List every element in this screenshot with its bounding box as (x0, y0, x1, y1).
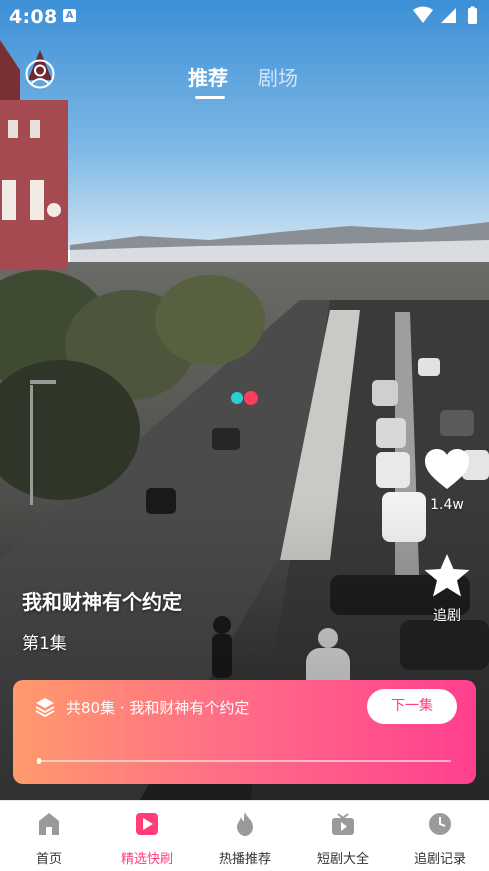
nav-home[interactable]: 首页 (0, 801, 98, 871)
battery-icon (468, 8, 477, 24)
notification-icon: A (63, 9, 76, 22)
status-time: 4:08 (9, 6, 58, 28)
next-episode-button[interactable]: 下一集 (367, 689, 457, 724)
wifi-icon (413, 6, 433, 23)
layers-icon (35, 698, 55, 717)
nav-hot-label: 热播推荐 (218, 852, 271, 867)
nav-all-dramas[interactable]: 短剧大全 (294, 801, 392, 871)
episode-info: 共80集 · 我和财神有个约定 (66, 699, 250, 717)
tv-icon (332, 813, 354, 835)
signal-battery-icons (413, 6, 477, 24)
like-button[interactable]: 1.4w (417, 447, 477, 513)
play-icon (136, 813, 158, 835)
bottom-nav: 首页 精选快刷 热播推荐 短剧大全 追剧记录 (0, 800, 489, 871)
nav-all-dramas-label: 短剧大全 (316, 852, 369, 867)
status-bar: 4:08 A (0, 0, 489, 34)
nav-home-label: 首页 (35, 852, 62, 867)
nav-history-label: 追剧记录 (413, 852, 466, 867)
fire-icon (237, 812, 253, 836)
nav-featured[interactable]: 精选快刷 (98, 801, 196, 871)
notification-icon-label: A (65, 10, 74, 21)
follow-button[interactable]: 追剧 (417, 553, 477, 625)
clock-icon (429, 813, 451, 835)
drama-title: 我和财神有个约定 (22, 590, 182, 614)
episode-progress-track[interactable] (37, 760, 451, 762)
episode-card[interactable]: 共80集 · 我和财神有个约定 下一集 (13, 680, 476, 784)
heart-icon (425, 449, 469, 489)
tab-theater[interactable]: 剧场 (258, 62, 298, 91)
profile-button[interactable] (25, 59, 55, 89)
cellular-icon (441, 8, 456, 23)
star-icon (424, 554, 470, 597)
follow-label: 追剧 (433, 608, 461, 624)
home-icon (39, 813, 59, 835)
nav-hot[interactable]: 热播推荐 (196, 801, 294, 871)
episode-progress-handle[interactable] (37, 758, 41, 764)
tab-indicator (195, 96, 225, 99)
episode-label: 第1集 (22, 634, 67, 654)
screen: 4:08 A 推荐 剧场 1.4w 追剧 我和财神有个约定 第1集 共80集 ·… (0, 0, 489, 871)
like-count: 1.4w (430, 497, 464, 513)
tab-recommend[interactable]: 推荐 (188, 62, 228, 91)
nav-featured-label: 精选快刷 (120, 852, 173, 867)
nav-history[interactable]: 追剧记录 (391, 801, 489, 871)
user-icon (25, 59, 55, 89)
status-indicators (411, 6, 481, 26)
